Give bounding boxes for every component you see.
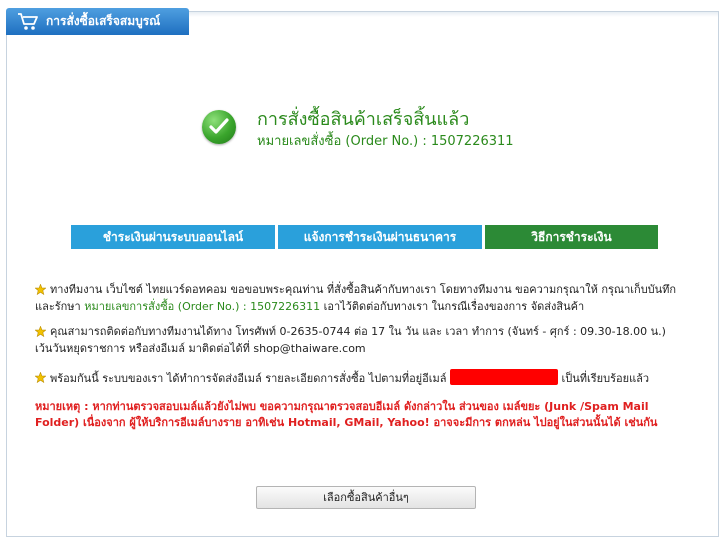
spam-note: หมายเหตุ : หากท่านตรวจสอบเมล์แล้วยังไม่พ… xyxy=(35,400,658,429)
notify-bank-transfer-button[interactable]: แจ้งการชำระเงินผ่านธนาคาร xyxy=(278,225,482,249)
order-number-inline: หมายเลขการสั่งซื้อ (Order No.) : 1507226… xyxy=(84,300,321,313)
shopping-cart-icon xyxy=(17,12,39,32)
success-title: การสั่งซื้อสินค้าเสร็จสิ้นแล้ว xyxy=(257,109,470,130)
continue-shopping-button[interactable]: เลือกซื้อสินค้าอื่นๆ xyxy=(256,486,476,509)
page-tab-title: การสั่งซื้อเสร็จสมบูรณ์ xyxy=(46,14,161,28)
checkmark-icon xyxy=(202,110,236,144)
email-sent-text: พร้อมกันนี้ ระบบของเรา ได้ทำการจัดส่งอีเ… xyxy=(50,372,450,385)
pay-online-button[interactable]: ชำระเงินผ่านระบบออนไลน์ xyxy=(71,225,275,249)
redacted-email xyxy=(450,369,558,385)
email-sent-paragraph: พร้อมกันนี้ ระบบของเรา ได้ทำการจัดส่งอีเ… xyxy=(35,369,685,387)
thank-you-paragraph: ทางทีมงาน เว็บไซต์ ไทยแวร์ดอทคอม ขอขอบพร… xyxy=(35,281,685,315)
page-tab: การสั่งซื้อเสร็จสมบูรณ์ xyxy=(6,8,189,35)
email-sent-tail: เป็นที่เรียบร้อยแล้ว xyxy=(558,372,650,385)
order-number: หมายเลขสั่งซื้อ (Order No.) : 1507226311 xyxy=(257,134,514,149)
contact-paragraph: คุณสามารถติดต่อกับทางทีมงานได้ทาง โทรศัพ… xyxy=(35,325,666,355)
thank-you-tail: เอาไว้ติดต่อกับทางเรา ในกรณีเรื่องของการ… xyxy=(320,300,585,313)
payment-method-button[interactable]: วิธีการชำระเงิน xyxy=(485,225,658,249)
content-panel xyxy=(6,11,719,537)
